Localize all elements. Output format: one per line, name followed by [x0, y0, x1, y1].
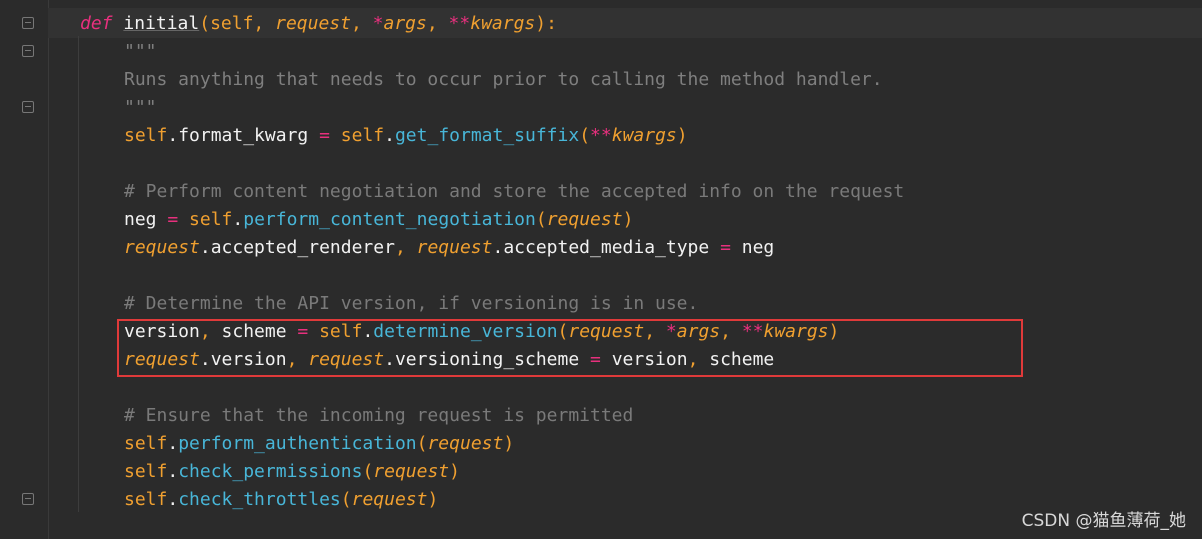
- code-token: # Determine the API version, if versioni…: [124, 293, 699, 314]
- code-token: .: [167, 461, 179, 482]
- code-token: request: [124, 237, 200, 258]
- indent-guide: [78, 36, 79, 512]
- code-line[interactable]: def initial(self, request, *args, **kwar…: [80, 10, 557, 38]
- code-token: .: [384, 125, 395, 146]
- code-token: self: [124, 125, 168, 146]
- code-token: neg: [124, 209, 168, 230]
- code-token: self: [124, 489, 168, 510]
- code-line[interactable]: # Determine the API version, if versioni…: [124, 290, 698, 318]
- code-token: # Perform content negotiation and store …: [124, 181, 905, 202]
- code-token: request: [373, 461, 450, 482]
- code-token: ): [676, 125, 688, 146]
- code-line[interactable]: # Ensure that the incoming request is pe…: [124, 402, 633, 430]
- code-token: ,: [253, 13, 276, 34]
- code-token: neg: [730, 237, 775, 258]
- code-line[interactable]: Runs anything that needs to occur prior …: [124, 66, 883, 94]
- code-line[interactable]: neg = self.perform_content_negotiation(r…: [124, 206, 633, 234]
- code-token: *: [372, 13, 384, 34]
- code-token: ,: [394, 237, 417, 258]
- code-token: get_format_suffix: [394, 125, 580, 146]
- code-token: (: [416, 433, 428, 454]
- code-token: request: [427, 433, 504, 454]
- fold-toggle-icon[interactable]: [22, 45, 34, 57]
- code-token: Runs anything that needs to occur prior …: [124, 69, 883, 90]
- code-token: .accepted_renderer: [199, 237, 395, 258]
- code-token: perform_content_negotiation: [243, 209, 536, 230]
- code-token: **: [448, 13, 471, 34]
- code-token: """: [124, 97, 157, 118]
- code-token: (: [579, 125, 591, 146]
- code-token: # Ensure that the incoming request is pe…: [124, 405, 634, 426]
- code-token: (: [199, 13, 211, 34]
- code-line[interactable]: """: [124, 94, 157, 122]
- code-token: (: [535, 209, 547, 230]
- code-token: (: [362, 461, 374, 482]
- code-line[interactable]: request.accepted_renderer, request.accep…: [124, 234, 774, 262]
- code-token: ): [449, 461, 460, 482]
- fold-toggle-icon[interactable]: [22, 493, 34, 505]
- code-token: kwargs: [470, 13, 536, 34]
- code-line[interactable]: self.check_throttles(request): [124, 486, 438, 514]
- code-token: def: [80, 13, 113, 34]
- code-token: initial: [123, 13, 200, 34]
- code-token: self: [210, 13, 254, 34]
- gutter-divider: [48, 0, 49, 539]
- code-token: self: [124, 433, 168, 454]
- code-token: check_throttles: [178, 489, 341, 510]
- code-token: ): [622, 209, 634, 230]
- code-token: .: [167, 489, 179, 510]
- code-token: .format_kwarg: [167, 125, 320, 146]
- code-token: =: [319, 125, 330, 146]
- code-token: self: [189, 209, 233, 230]
- code-token: .: [232, 209, 244, 230]
- code-token: request: [546, 209, 623, 230]
- code-line[interactable]: """: [124, 38, 157, 66]
- code-token: ,: [350, 13, 373, 34]
- code-line[interactable]: self.perform_authentication(request): [124, 430, 514, 458]
- fold-toggle-icon[interactable]: [22, 17, 34, 29]
- code-token: ): [503, 433, 515, 454]
- code-token: perform_authentication: [178, 433, 417, 454]
- code-token: (: [340, 489, 352, 510]
- code-line[interactable]: self.check_permissions(request): [124, 458, 460, 486]
- code-token: =: [167, 209, 179, 230]
- code-token: ):: [535, 13, 557, 34]
- code-token: request: [351, 489, 428, 510]
- code-token: .: [167, 433, 179, 454]
- code-token: ): [427, 489, 439, 510]
- code-line[interactable]: # Perform content negotiation and store …: [124, 178, 904, 206]
- code-token: request: [416, 237, 493, 258]
- watermark: CSDN @猫鱼薄荷_她: [1021, 511, 1186, 531]
- code-token: request: [275, 13, 351, 34]
- code-token: """: [124, 41, 157, 62]
- code-token: self: [124, 461, 168, 482]
- fold-toggle-icon[interactable]: [22, 101, 34, 113]
- code-token: .accepted_media_type: [492, 237, 721, 258]
- code-token: =: [720, 237, 731, 258]
- highlight-box: [117, 319, 1023, 377]
- code-token: check_permissions: [178, 461, 363, 482]
- editor-gutter: [0, 0, 48, 539]
- code-token: self: [340, 125, 385, 146]
- code-line[interactable]: self.format_kwarg = self.get_format_suff…: [124, 122, 688, 150]
- code-token: **: [590, 125, 612, 146]
- code-token: ,: [426, 13, 449, 34]
- code-token: kwargs: [611, 125, 677, 146]
- code-token: args: [383, 13, 427, 34]
